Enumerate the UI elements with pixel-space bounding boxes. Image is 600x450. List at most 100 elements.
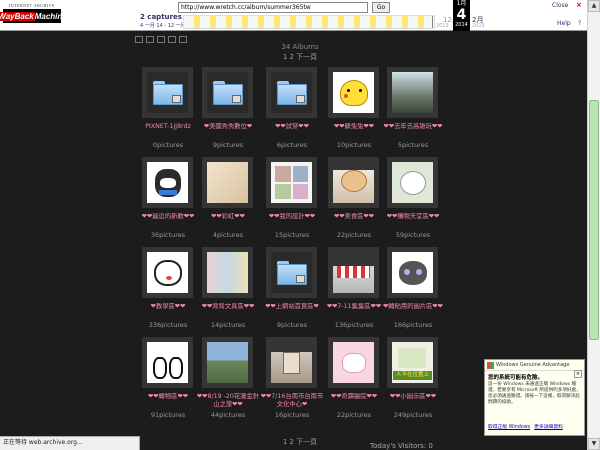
album-thumbnail[interactable] (266, 337, 317, 388)
album-title[interactable]: ❤❤轉物區❤❤ (136, 393, 200, 409)
wga-close-icon[interactable]: × (574, 370, 582, 378)
album-title[interactable]: ❤❤我的設計❤❤ (260, 213, 324, 229)
help-icon[interactable]: ? (578, 20, 581, 27)
album-picture-count: 59pictures (395, 231, 431, 239)
album-title[interactable]: ❤❤去年去高雄玩❤❤ (381, 123, 445, 139)
scroll-down-icon[interactable]: ▼ (588, 438, 600, 450)
album-picture-count: 0pictures (152, 141, 184, 149)
album-title[interactable]: ❤❤蘇兔兔❤❤ (322, 123, 386, 139)
album-title[interactable]: ❤❤7-11集集區❤❤ (322, 303, 386, 319)
logo-wordmark-2: Machine (34, 11, 67, 21)
wayback-logo[interactable]: INTERNET ARCHIVE WayBack Machine (0, 3, 67, 27)
album-thumbnail[interactable] (328, 67, 379, 118)
help-link[interactable]: Help (557, 20, 571, 27)
view-icon-4[interactable] (168, 36, 176, 43)
album-thumbnail[interactable] (142, 157, 193, 208)
album-cover-image (392, 162, 433, 203)
album-title[interactable]: ❤❤小圖示區❤❤ (381, 393, 445, 409)
album-picture-count: 15pictures (274, 231, 310, 239)
album-picture-count: 4pictures (212, 231, 244, 239)
album-title[interactable]: ❤❤最近的新歡❤❤ (136, 213, 200, 229)
album-cover-image: 人不在位置上 (392, 342, 433, 383)
go-button[interactable]: Go (372, 2, 390, 13)
album-thumbnail[interactable] (266, 157, 317, 208)
scroll-up-icon[interactable]: ▲ (588, 0, 600, 12)
album-title[interactable]: ❤❤背背文具區❤❤ (196, 303, 260, 319)
wga-link-genuine[interactable]: 取得正版 Windows (488, 423, 530, 430)
album-cover-image (271, 72, 312, 113)
album-thumbnail[interactable] (387, 247, 438, 298)
album-title[interactable]: ❤❤購物天堂區❤❤ (381, 213, 445, 229)
album-title[interactable]: ❤❤試穿❤❤ (260, 123, 324, 139)
wga-header: Windows Genuine Advantage (485, 360, 584, 371)
current-date: 1月 4 2014 (453, 0, 470, 31)
album-thumbnail[interactable]: 人不在位置上 (387, 337, 438, 388)
album-cover-image (333, 72, 374, 113)
wga-link-more[interactable]: 更多詳細資料 (534, 423, 563, 430)
album-title[interactable]: ❤❤8/19 -20花蓮金針山之旅❤❤ (196, 393, 260, 409)
album-picture-count: 336pictures (148, 321, 188, 329)
album-title[interactable]: ❤教學區❤❤ (136, 303, 200, 319)
next-year[interactable]: 2015 (472, 23, 485, 29)
captures-link[interactable]: 2 captures (140, 13, 182, 21)
album-picture-count: 44pictures (210, 411, 246, 419)
album-title[interactable]: ❤轉貼用的圖片區❤❤ (381, 303, 445, 319)
pager-bottom[interactable]: 1 2 下一頁 (260, 437, 340, 447)
close-link[interactable]: Close (552, 2, 568, 9)
windows-flag-icon (487, 361, 494, 369)
album-cover-image (271, 162, 312, 203)
album-picture-count: 9pictures (276, 321, 308, 329)
scrollbar-thumb[interactable] (589, 100, 599, 340)
album-thumbnail[interactable] (266, 247, 317, 298)
capture-sparkline[interactable] (183, 15, 435, 29)
album-title[interactable]: ❤❤彩虹❤❤ (196, 213, 260, 229)
view-icon-1[interactable] (135, 36, 143, 43)
album-cover-image (392, 252, 433, 293)
album-picture-count: 22pictures (336, 411, 372, 419)
album-cover-image (333, 252, 374, 293)
wga-links: 取得正版 Windows 更多詳細資料 (488, 423, 563, 430)
close-icon[interactable]: × (576, 1, 582, 9)
album-thumbnail[interactable] (202, 337, 253, 388)
album-thumbnail[interactable] (202, 67, 253, 118)
album-cover-image (147, 252, 188, 293)
album-cover-image (207, 252, 248, 293)
view-icon-5[interactable] (179, 36, 187, 43)
album-thumbnail[interactable] (387, 157, 438, 208)
album-thumbnail[interactable] (202, 247, 253, 298)
album-title[interactable]: ❤❤美食區❤❤ (322, 213, 386, 229)
album-thumbnail[interactable] (202, 157, 253, 208)
album-title[interactable]: ❤美國秀秀數位❤ (196, 123, 260, 139)
wga-title: Windows Genuine Advantage (496, 362, 570, 368)
album-title[interactable]: ❤❤奇蹟醫院❤❤ (322, 393, 386, 409)
album-thumbnail[interactable] (142, 67, 193, 118)
album-thumbnail[interactable] (142, 247, 193, 298)
pager-top[interactable]: 1 2 下一頁 (260, 52, 340, 62)
album-title[interactable]: ❤❤上網站首頁區❤ (260, 303, 324, 319)
album-thumbnail[interactable] (328, 247, 379, 298)
current-day: 4 (456, 7, 467, 23)
album-thumbnail[interactable] (328, 157, 379, 208)
view-icon-3[interactable] (157, 36, 165, 43)
album-picture-count: 14pictures (210, 321, 246, 329)
album-picture-count: 136pictures (334, 321, 374, 329)
album-title[interactable]: PIXNET-1Jj8rdz (136, 123, 200, 139)
album-picture-count: 5pictures (397, 141, 429, 149)
album-cover-image (207, 342, 248, 383)
wga-notification: Windows Genuine Advantage × 您的系統可能有危險。 這… (484, 359, 585, 436)
album-picture-count: 22pictures (336, 231, 372, 239)
current-year: 2014 (455, 22, 468, 28)
view-icon-2[interactable] (146, 36, 154, 43)
wga-headline: 您的系統可能有危險。 (488, 375, 544, 381)
album-thumbnail[interactable] (266, 67, 317, 118)
album-picture-count: 91pictures (150, 411, 186, 419)
album-thumbnail[interactable] (142, 337, 193, 388)
album-thumbnail[interactable] (387, 67, 438, 118)
vertical-scrollbar[interactable]: ▲ ▼ (587, 0, 600, 450)
logo-wordmark-1: WayBack (0, 11, 35, 21)
album-cover-image (333, 342, 374, 383)
album-title[interactable]: ❤❤7/16台南市台南市文化中心❤ (260, 393, 324, 409)
url-input[interactable] (178, 2, 368, 13)
album-thumbnail[interactable] (328, 337, 379, 388)
album-cover-image (207, 162, 248, 203)
